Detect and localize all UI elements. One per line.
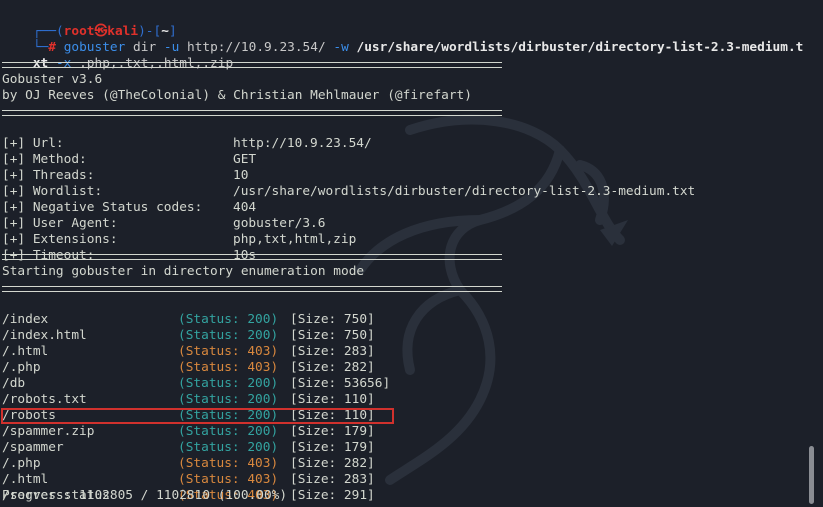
result-status: (Status: 200) [178,392,279,407]
result-size: [Size: 282] [290,456,375,471]
result-row: /server-status (Status: 403) [Size: 291] [2,472,375,503]
config-row: [+] Negative Status codes: 404 [2,184,256,215]
start-message: Starting gobuster in directory enumerati… [2,264,365,279]
config-value: gobuster/3.6 [233,216,326,231]
config-value: 10 [233,168,249,183]
result-size: [Size: 53656] [290,376,391,391]
config-row: [+] Extensions: php,txt,html,zip [2,216,356,247]
result-size: [Size: 179] [290,440,375,455]
result-row: /.php (Status: 403) [Size: 282] [2,344,375,375]
config-row: [+] Threads: 10 [2,152,248,183]
result-row: /.html (Status: 403) [Size: 283] [2,456,375,487]
result-row: /robots.txt (Status: 200) [Size: 110] [2,376,375,407]
result-status: (Status: 200) [178,440,279,455]
result-status: (Status: 200) [178,328,279,343]
result-size: [Size: 283] [290,472,375,487]
result-status: (Status: 200) [178,424,279,439]
result-size: [Size: 110] [290,392,375,407]
config-row: [+] Url: http://10.9.23.54/ [2,120,372,151]
result-row: /spammer (Status: 200) [Size: 179] [2,424,375,455]
progress-line: Progress: 1102805 / 1102810 (100.00%) [2,488,288,503]
result-size: [Size: 291] [290,488,375,503]
result-size: [Size: 282] [290,360,375,375]
config-row: [+] User Agent: gobuster/3.6 [2,200,325,231]
config-value: http://10.9.23.54/ [233,136,372,151]
separator [2,254,502,260]
command-line-wrap: xt -x .php,.txt,.html,.zip [2,40,233,71]
banner-authors: by OJ Reeves (@TheColonial) & Christian … [2,88,472,103]
result-size: [Size: 179] [290,424,375,439]
result-status: (Status: 403) [178,472,279,487]
result-status: (Status: 403) [178,344,279,359]
command-flag-w: -w [333,40,349,55]
result-row: /robots (Status: 200) [Size: 110] [2,392,375,423]
result-status: (Status: 200) [178,312,279,327]
config-value: GET [233,152,257,167]
result-status: (Status: 200) [178,376,279,391]
config-value: /usr/share/wordlists/dirbuster/directory… [233,184,696,199]
banner-title: Gobuster v3.6 [2,72,103,87]
scrollbar-thumb[interactable] [809,446,814,504]
config-row: [+] Method: GET [2,136,256,167]
highlight-box [1,408,394,424]
result-size: [Size: 750] [290,328,375,343]
terminal-window[interactable]: ┌──(root㉿kali)-[~] └─# gobuster dir -u h… [0,0,823,507]
result-status: (Status: 403) [178,360,279,375]
result-row: /index.html (Status: 200) [Size: 750] [2,312,375,343]
config-value: php,txt,html,zip [233,232,357,247]
config-value: 404 [233,200,257,215]
result-row: /.html (Status: 403) [Size: 283] [2,328,375,359]
result-row: /db (Status: 200) [Size: 53656] [2,360,390,391]
prompt-line: ┌──(root㉿kali)-[~] [2,8,177,39]
result-size: [Size: 750] [290,312,375,327]
separator [2,62,502,68]
command-line: └─# gobuster dir -u http://10.9.23.54/ -… [2,24,804,55]
result-size: [Size: 283] [290,344,375,359]
result-row: /index (Status: 200) [Size: 750] [2,296,375,327]
config-row: [+] Timeout: 10s [2,232,256,263]
separator [2,110,502,116]
result-row: /.php (Status: 403) [Size: 282] [2,440,375,471]
config-row: [+] Wordlist:/usr/share/wordlists/dirbus… [2,168,695,199]
command-wordlist: /usr/share/wordlists/dirbuster/directory… [348,40,804,55]
result-status: (Status: 403) [178,456,279,471]
separator [2,286,502,292]
